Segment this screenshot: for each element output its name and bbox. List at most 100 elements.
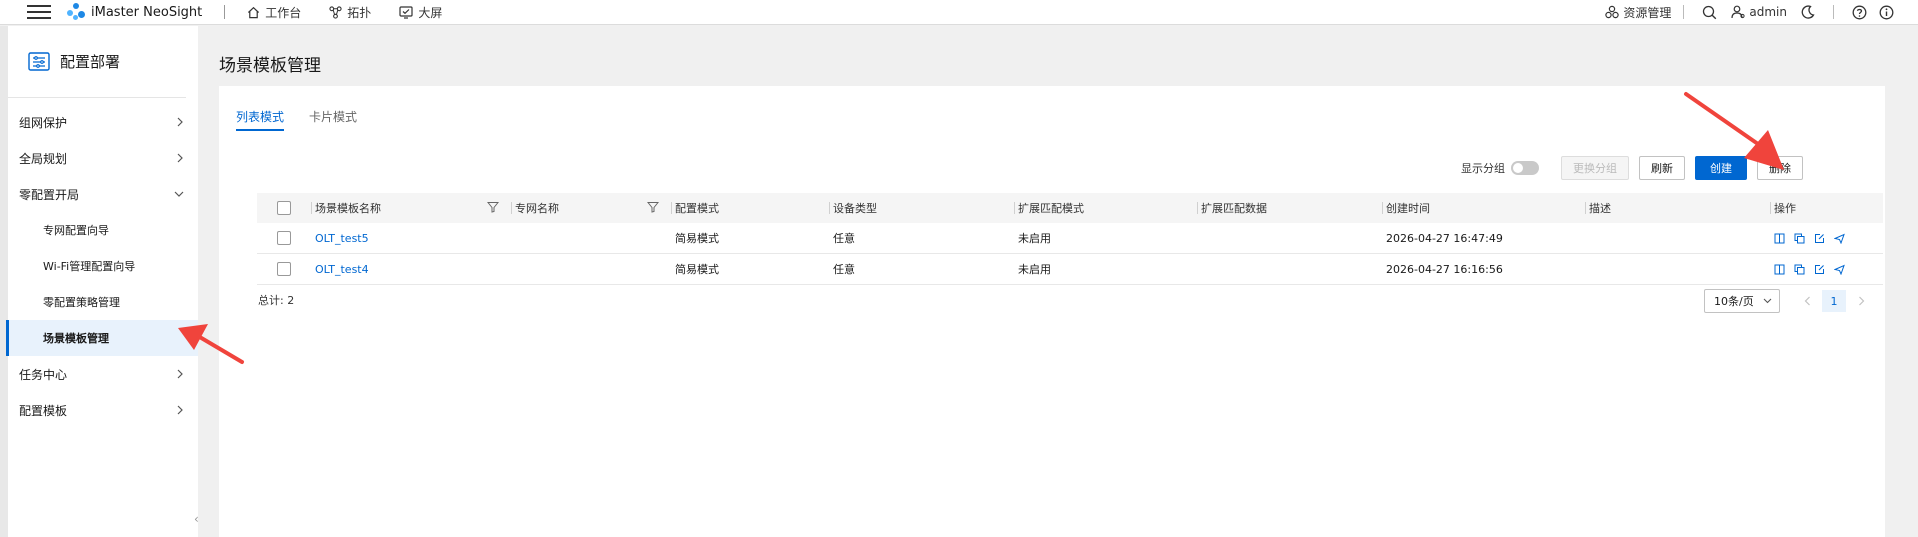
table-row[interactable]: OLT_test5 简易模式 任意 未启用 2026-04-27 16:47:4… [257,223,1883,254]
help-button[interactable] [1852,5,1867,20]
sidebar-header: 配置部署 [8,26,186,98]
chevron-left-icon [1804,296,1810,306]
sidebar-item-global-planning[interactable]: 全局规划 [8,140,198,176]
table-row[interactable]: OLT_test4 简易模式 任意 未启用 2026-04-27 16:16:5… [257,254,1883,285]
template-name-link[interactable]: OLT_test4 [315,263,369,276]
chevron-down-icon [1763,298,1772,304]
sidebar-sub-label: Wi-Fi管理配置向导 [43,260,136,273]
collapse-sidebar-icon[interactable]: ‹ [194,512,199,526]
toolbar: 显示分组 更换分组 刷新 创建 删除 [1461,156,1803,180]
template-name-link[interactable]: OLT_test5 [315,232,369,245]
view-icon[interactable] [1774,264,1785,275]
sidebar-item-label: 配置模板 [19,403,68,418]
search-icon [1703,5,1717,19]
chevron-right-icon [177,405,183,415]
sidebar-sub-label: 零配置策略管理 [43,296,120,309]
device-type: 任意 [833,232,855,245]
nav-topology[interactable]: 拓扑 [329,4,371,21]
row-checkbox[interactable] [277,231,291,245]
divider [1683,5,1685,19]
filter-icon[interactable] [647,201,659,213]
logo-icon [67,3,85,21]
resource-management[interactable]: 资源管理 [1605,4,1671,21]
column-header: 专网名称 [515,202,559,215]
show-group-toggle[interactable] [1511,161,1539,175]
info-button[interactable] [1879,5,1894,20]
user-name: admin [1749,5,1787,19]
sidebar-sub-wifi-wizard[interactable]: Wi-Fi管理配置向导 [8,248,198,284]
nav-topology-label: 拓扑 [347,5,372,20]
resource-management-label: 资源管理 [1623,5,1672,20]
sidebar-sub-zero-touch-policy[interactable]: 零配置策略管理 [8,284,198,320]
nav-workbench-label: 工作台 [265,5,302,20]
sidebar-item-label: 组网保护 [19,115,68,130]
pagination: 10条/页 1 [1704,289,1872,313]
info-icon [1879,5,1894,19]
edit-icon[interactable] [1814,233,1825,244]
tab-card-mode[interactable]: 卡片模式 [309,108,357,131]
template-table: 场景模板名称 专网名称 配置模式 设备类型 扩展匹配模式 扩展匹配数据 创建时间… [257,193,1883,285]
row-actions [1774,264,1845,275]
sidebar-item-label: 任务中心 [19,367,68,382]
change-group-button[interactable]: 更换分组 [1561,156,1629,180]
app-name: iMaster NeoSight [91,4,203,20]
sidebar-item-config-template[interactable]: 配置模板 [8,392,198,428]
device-type: 任意 [833,263,855,276]
prev-page-button[interactable] [1796,290,1818,312]
create-button[interactable]: 创建 [1695,156,1747,180]
sidebar-item-network-protection[interactable]: 组网保护 [8,104,198,140]
menu-icon[interactable] [27,2,51,22]
sidebar-sub-label: 专网配置向导 [43,224,109,237]
next-page-button[interactable] [1850,290,1872,312]
chevron-right-icon [177,369,183,379]
view-icon[interactable] [1774,233,1785,244]
view-tabs: 列表模式 卡片模式 [236,108,382,131]
send-icon[interactable] [1834,264,1845,275]
app-logo[interactable]: iMaster NeoSight [67,3,202,21]
home-icon [248,6,260,18]
filter-icon[interactable] [487,201,499,213]
sidebar-sub-private-network-wizard[interactable]: 专网配置向导 [8,212,198,248]
sidebar-item-label: 全局规划 [19,151,68,166]
select-all-checkbox[interactable] [277,201,291,215]
page-number[interactable]: 1 [1822,290,1846,312]
sidebar-sub-label: 场景模板管理 [43,332,109,345]
moon-icon [1801,5,1815,19]
sidebar-item-task-center[interactable]: 任务中心 [8,356,198,392]
nav-bigscreen[interactable]: 大屏 [399,4,442,21]
total-count: 总计: 2 [258,294,295,307]
refresh-button[interactable]: 刷新 [1639,156,1685,180]
chevron-down-icon [174,191,184,197]
delete-button[interactable]: 删除 [1757,156,1803,180]
chevron-right-icon [177,153,183,163]
page-title: 场景模板管理 [219,56,321,76]
create-time: 2026-04-27 16:16:56 [1386,262,1503,276]
send-icon[interactable] [1834,233,1845,244]
tab-list-mode[interactable]: 列表模式 [236,108,285,131]
config-deploy-icon [28,51,50,71]
theme-toggle[interactable] [1801,5,1815,19]
table-header: 场景模板名称 专网名称 配置模式 设备类型 扩展匹配模式 扩展匹配数据 创建时间… [257,193,1883,223]
divider [1833,5,1834,19]
page-size-select[interactable]: 10条/页 [1704,289,1780,313]
column-header: 设备类型 [833,202,877,215]
copy-icon[interactable] [1794,264,1805,275]
sidebar-item-label: 零配置开局 [19,187,80,202]
row-actions [1774,233,1845,244]
row-checkbox[interactable] [277,262,291,276]
search-button[interactable] [1702,5,1717,20]
edit-icon[interactable] [1814,264,1825,275]
user-menu[interactable]: admin [1731,5,1787,19]
help-icon [1852,5,1867,19]
create-time: 2026-04-27 16:47:49 [1386,231,1503,245]
nav-workbench[interactable]: 工作台 [247,4,301,21]
copy-icon[interactable] [1794,233,1805,244]
column-header: 扩展匹配数据 [1201,202,1267,215]
resource-icon [1605,5,1620,19]
sidebar-sub-scene-template[interactable]: 场景模板管理 [6,320,198,356]
sidebar-item-zero-touch[interactable]: 零配置开局 [8,176,198,212]
top-bar: iMaster NeoSight 工作台 拓扑 大屏 资源管理 admin [0,0,1918,25]
user-icon [1731,5,1745,19]
ext-match-mode: 未启用 [1018,232,1051,245]
column-header: 描述 [1589,202,1611,215]
